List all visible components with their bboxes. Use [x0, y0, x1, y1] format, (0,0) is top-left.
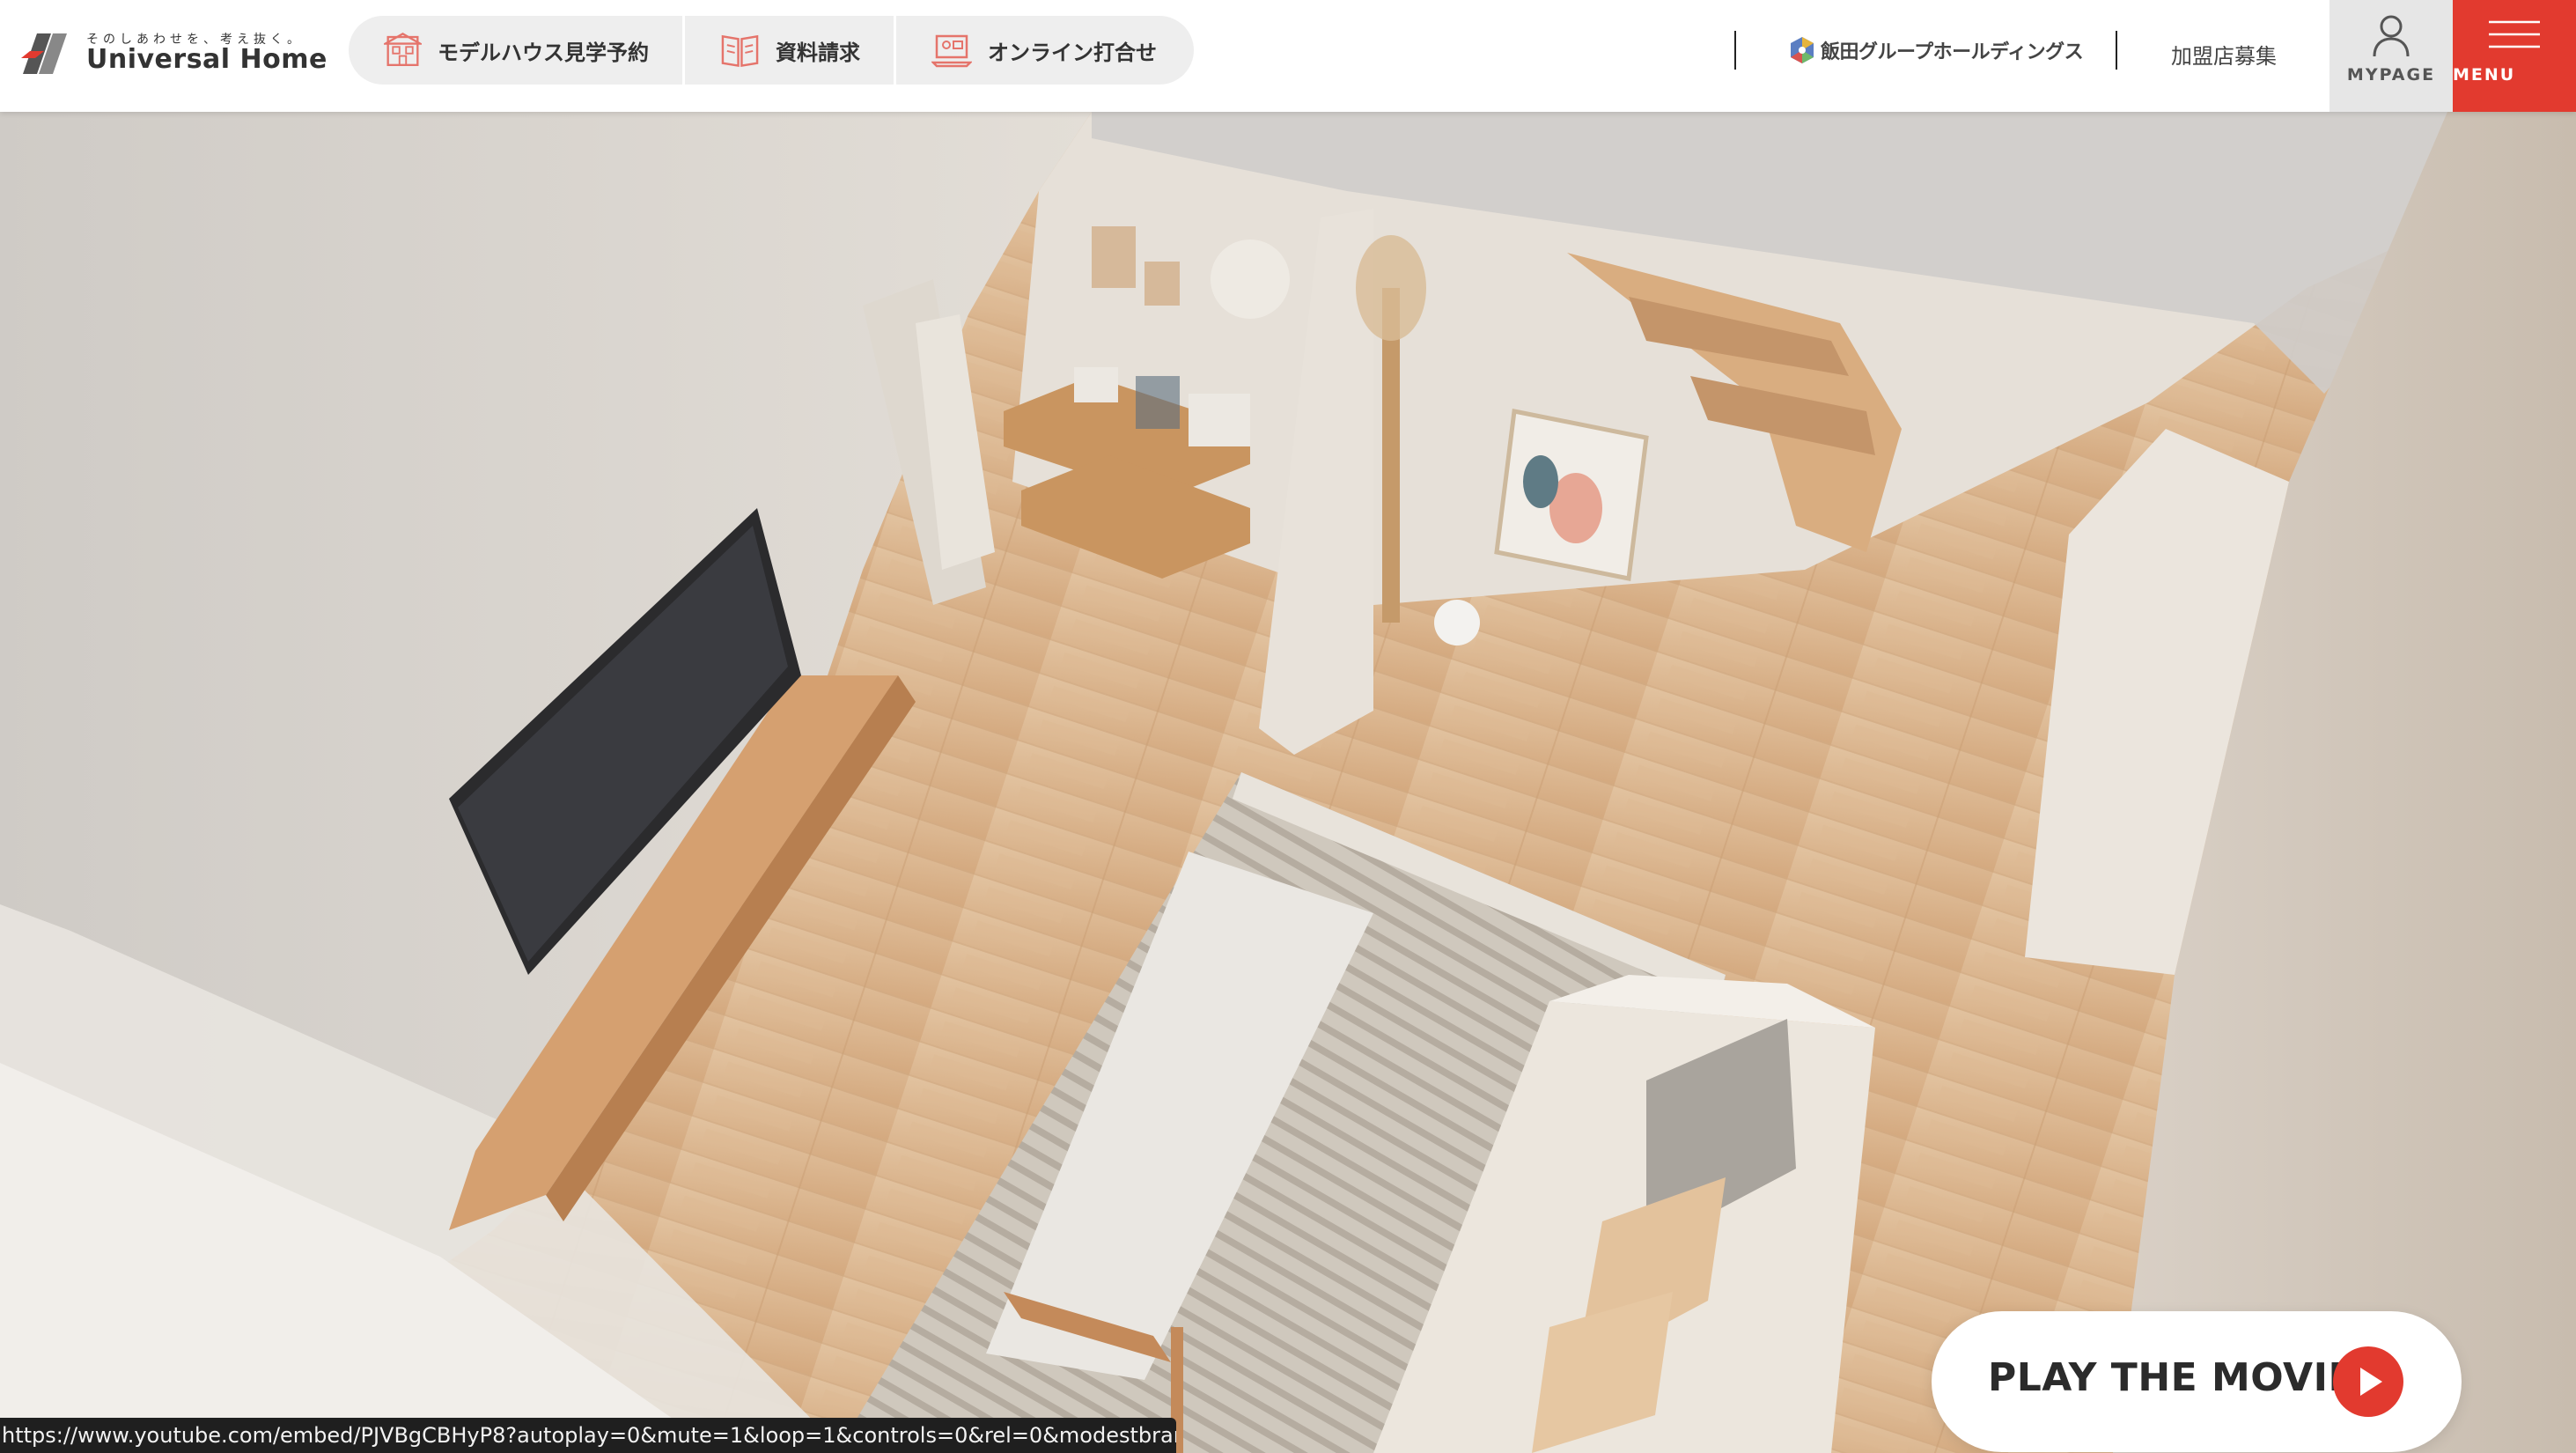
iida-group-link[interactable]: 飯田グループホールディングス: [1789, 35, 2084, 65]
laptop-icon: [931, 34, 972, 68]
mypage-label: MYPAGE: [2346, 65, 2436, 85]
group-label: 飯田グループホールディングス: [1821, 41, 2084, 63]
nav-label: モデルハウス見学予約: [438, 40, 649, 65]
house-icon: [384, 32, 422, 66]
nav-label: 資料請求: [776, 40, 860, 65]
franchise-recruitment-link[interactable]: 加盟店募集: [2171, 39, 2277, 70]
book-icon: [721, 34, 759, 68]
play-movie-button[interactable]: PLAY THE MOVIE: [1932, 1311, 2462, 1452]
iida-group-logo-icon: [1791, 37, 1814, 63]
header-divider: [1734, 31, 1736, 70]
brand-name: Universal Home: [86, 44, 328, 75]
user-icon: [2373, 15, 2410, 57]
brand-logo-link[interactable]: そのしあわせを、考え抜く。 Universal Home: [21, 26, 327, 79]
hero-interior-image: [0, 112, 2576, 1453]
header-divider: [2116, 31, 2117, 70]
menu-button[interactable]: MENU: [2453, 0, 2576, 112]
nav-model-house-reservation[interactable]: モデルハウス見学予約: [349, 16, 685, 85]
menu-label: MENU: [2453, 65, 2516, 85]
status-bar-url: https://www.youtube.com/embed/PJVBgCBHyP…: [0, 1418, 1176, 1453]
play-movie-label: PLAY THE MOVIE: [1988, 1355, 2356, 1400]
hero-video: PLAY THE MOVIE: [0, 112, 2576, 1453]
nav-label: オンライン打合せ: [988, 40, 1157, 65]
hamburger-menu-icon: [2489, 20, 2540, 48]
universal-home-logo-icon: [21, 33, 67, 74]
site-header: そのしあわせを、考え抜く。 Universal Home モデルハウス見学予約: [0, 0, 2576, 112]
mypage-button[interactable]: MYPAGE: [2329, 0, 2453, 112]
nav-request-brochure[interactable]: 資料請求: [685, 16, 896, 85]
play-icon: [2333, 1346, 2403, 1417]
primary-nav: モデルハウス見学予約 資料請求 オンライン打合せ: [349, 16, 1194, 85]
nav-online-meeting[interactable]: オンライン打合せ: [896, 16, 1194, 85]
